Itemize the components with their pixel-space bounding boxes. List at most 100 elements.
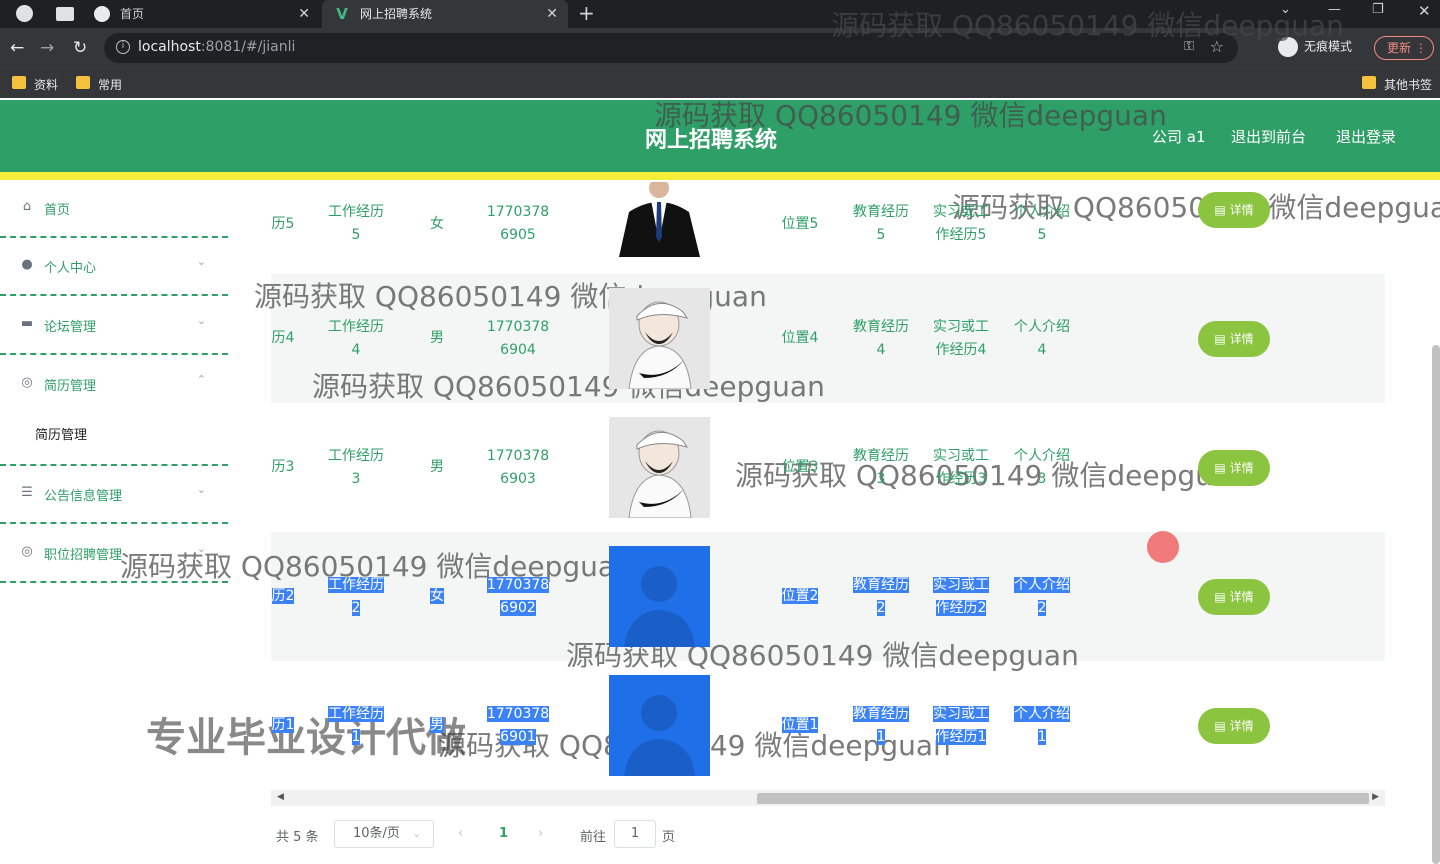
cell-text: 历1 [271,717,295,733]
url-text[interactable]: localhost:8081/#/jianli [138,39,295,55]
resume-icon: ◎ [21,375,33,390]
sidebar-item-label: 首页 [44,203,71,218]
cell-intro: 个人介绍 1 [1002,703,1082,749]
cell-intro: 个人介绍 4 [1002,316,1082,362]
detail-button[interactable]: ▤ 详情 [1198,707,1270,744]
scroll-right-icon[interactable]: ▶ [1372,792,1379,802]
cell-text: 男 [430,459,444,475]
cell-text: 4 [351,341,361,358]
new-tab-button[interactable]: + [578,2,595,24]
detail-button[interactable]: ▤ 详情 [1198,449,1270,486]
bookmark-folder-ziliao[interactable]: 资料 [12,76,58,93]
close-icon[interactable]: ✕ [546,0,558,28]
detail-button-label: 详情 [1229,331,1254,346]
cell-text: 实习或工 [933,447,989,464]
forum-icon: ▬ [20,316,34,331]
back-icon[interactable]: ← [10,38,24,58]
document-icon: ▤ [1214,203,1230,217]
chevron-down-icon: ⌄ [196,542,206,555]
cell-text: 教育经历 [853,318,909,335]
cell-text: 1770378 [486,705,550,722]
resume-photo [609,675,710,776]
cell-education: 教育经历 5 [841,201,921,247]
horizontal-scrollbar[interactable]: ◀ ▶ [271,790,1385,806]
sidebar-item-notice[interactable]: ☰ 公告信息管理 ⌄ [0,466,228,524]
window-close-icon[interactable]: ✕ [1418,2,1431,20]
incognito-label: 无痕模式 [1304,39,1353,54]
cell-text: 工作经历 [328,447,384,464]
home-icon: ⌂ [22,199,32,214]
cell-text: 作经历2 [935,599,987,616]
goto-suffix: 页 [662,830,676,845]
tab-home[interactable]: 首页 ✕ [82,0,320,28]
vertical-scrollbar[interactable] [1432,345,1440,864]
update-button[interactable]: 更新 ⋮ [1374,36,1434,60]
prev-page-icon[interactable]: ‹ [458,826,463,841]
cell-position: 位置1 [770,714,830,737]
cell-text: 作经历4 [935,341,987,358]
cell-text: 作经历1 [935,728,987,745]
cell-text: 4 [1037,341,1047,358]
incognito-indicator[interactable]: 无痕模式 [1278,37,1352,57]
logout-link[interactable]: 退出登录 [1336,126,1396,147]
cell-text: 实习或工 [933,705,989,722]
promo-overlay: 专业毕业设计代做 [146,715,466,761]
bookmark-label: 常用 [98,78,123,92]
sidebar-item-jobs[interactable]: ◎ 职位招聘管理 ⌄ [0,525,228,583]
back-to-front-link[interactable]: 退出到前台 [1231,126,1306,147]
detail-button[interactable]: ▤ 详情 [1198,578,1270,615]
cell-education: 教育经历 2 [841,574,921,620]
browser-tab-bar: 首页 ✕ V 网上招聘系统 ✕ + ⌄ — ❐ ✕ [0,0,1440,28]
goto-page-input[interactable]: 1 [614,820,656,848]
detail-button[interactable]: ▤ 详情 [1198,192,1270,228]
tab-search-icon[interactable]: ⌄ [1280,2,1291,17]
sidebar-item-personal[interactable]: ● 个人中心 ⌄ [0,238,228,296]
resume-photo [609,546,710,647]
sidebar-item-forum[interactable]: ▬ 论坛管理 ⌄ [0,297,228,355]
next-page-icon[interactable]: › [538,826,543,841]
site-info-icon[interactable]: i [116,40,130,54]
url-path: :8081/#/jianli [200,39,296,55]
minimize-icon[interactable]: — [1328,2,1341,17]
cell-text: 6905 [500,227,536,243]
key-icon[interactable]: ⚿ [1184,39,1194,54]
page-size-select[interactable]: 10条/页 ⌄ [334,820,434,848]
globe-icon [94,6,110,22]
detail-button[interactable]: ▤ 详情 [1198,320,1270,357]
cell-text: 位置3 [781,459,819,475]
star-icon[interactable]: ☆ [1210,37,1224,56]
scroll-thumb[interactable] [757,793,1369,804]
cell-text: 位置1 [781,717,819,733]
cell-text: 6904 [500,341,536,358]
forward-icon[interactable]: → [40,38,54,58]
other-bookmarks[interactable]: 其他书签 [1362,76,1432,93]
cell-phone: 1770378 6905 [478,201,558,247]
cell-text: 1770378 [486,204,550,220]
sidebar-item-home[interactable]: ⌂ 首页 [0,180,228,238]
window-icon[interactable] [56,7,74,21]
url-bar[interactable]: i localhost:8081/#/jianli ⚿ ☆ [104,33,1238,63]
reload-icon[interactable]: ↻ [73,38,87,58]
cell-text: 历5 [271,215,295,232]
document-icon: ▤ [1214,589,1230,604]
sidebar-subitem-resume[interactable]: 简历管理 [35,424,87,443]
sidebar-item-resume[interactable]: ◎ 简历管理 ⌃ 简历管理 [0,356,228,466]
cell-text: 3 [1037,470,1047,487]
page-number-current[interactable]: 1 [499,826,508,841]
goto-prefix: 前往 [580,830,607,845]
cell-phone: 1770378 6904 [478,316,558,362]
scroll-left-icon[interactable]: ◀ [277,792,284,802]
cell-text: 2 [1037,599,1047,616]
cell-phone: 1770378 6902 [478,574,558,620]
bookmarks-bar: 资料 常用 其他书签 [0,68,1440,98]
cell-work-exp: 工作经历 1 [316,703,396,749]
kebab-menu-icon[interactable]: ⋮ [1415,41,1427,55]
cell-gender: 女 [422,585,452,608]
restore-icon[interactable]: ❐ [1372,2,1384,17]
tab-recruit[interactable]: V 网上招聘系统 ✕ [322,0,568,28]
sidebar-item-label: 简历管理 [44,379,97,394]
close-icon[interactable]: ✕ [298,0,310,28]
cell-work-exp: 工作经历 4 [316,316,396,362]
bookmark-folder-changyong[interactable]: 常用 [76,76,122,93]
company-account-link[interactable]: 公司 a1 [1152,126,1206,147]
